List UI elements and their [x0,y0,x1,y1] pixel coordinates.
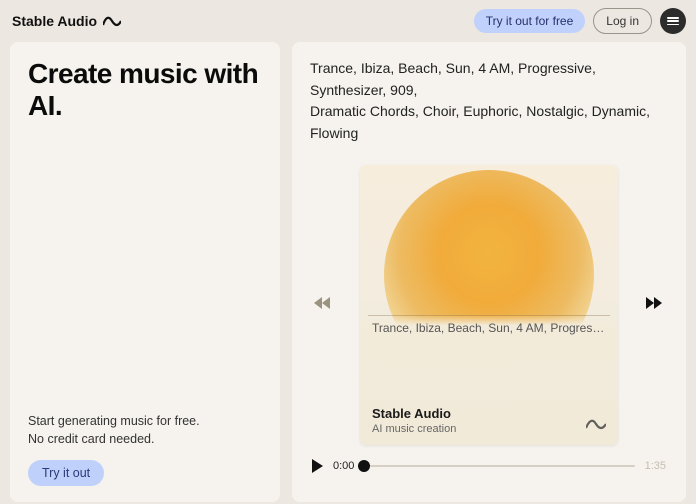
login-button[interactable]: Log in [593,8,652,34]
previous-track-button[interactable] [310,290,336,319]
hero-panel: Create music with AI. Start generating m… [10,42,280,502]
album-title: Stable Audio [372,406,456,421]
time-total: 1:35 [645,460,666,472]
brand[interactable]: Stable Audio [12,13,121,29]
menu-button[interactable] [660,8,686,34]
progress-handle[interactable] [358,460,370,472]
brand-name: Stable Audio [12,13,97,29]
prompt-tags: Trance, Ibiza, Beach, Sun, 4 AM, Progres… [310,58,668,145]
hamburger-icon [667,17,679,25]
album-art[interactable]: Trance, Ibiza, Beach, Sun, 4 AM, Progres… [360,165,618,445]
fast-forward-icon [646,294,664,314]
hero-sub-1: Start generating music for free. [28,412,262,430]
try-free-button[interactable]: Try it out for free [474,9,586,33]
wave-icon [586,417,606,435]
rewind-icon [314,294,332,314]
album-caption: Trance, Ibiza, Beach, Sun, 4 AM, Progres… [372,321,606,335]
try-it-out-button[interactable]: Try it out [28,460,104,486]
headline: Create music with AI. [28,58,262,122]
album-subtitle: AI music creation [372,423,456,435]
play-icon [312,459,323,473]
player-panel: Trance, Ibiza, Beach, Sun, 4 AM, Progres… [292,42,686,502]
time-current: 0:00 [333,460,354,472]
play-button[interactable] [312,459,323,473]
hero-sub-2: No credit card needed. [28,430,262,448]
horizon-line [368,315,610,317]
wave-icon [103,15,121,27]
progress-bar[interactable] [364,465,634,467]
next-track-button[interactable] [642,290,668,319]
